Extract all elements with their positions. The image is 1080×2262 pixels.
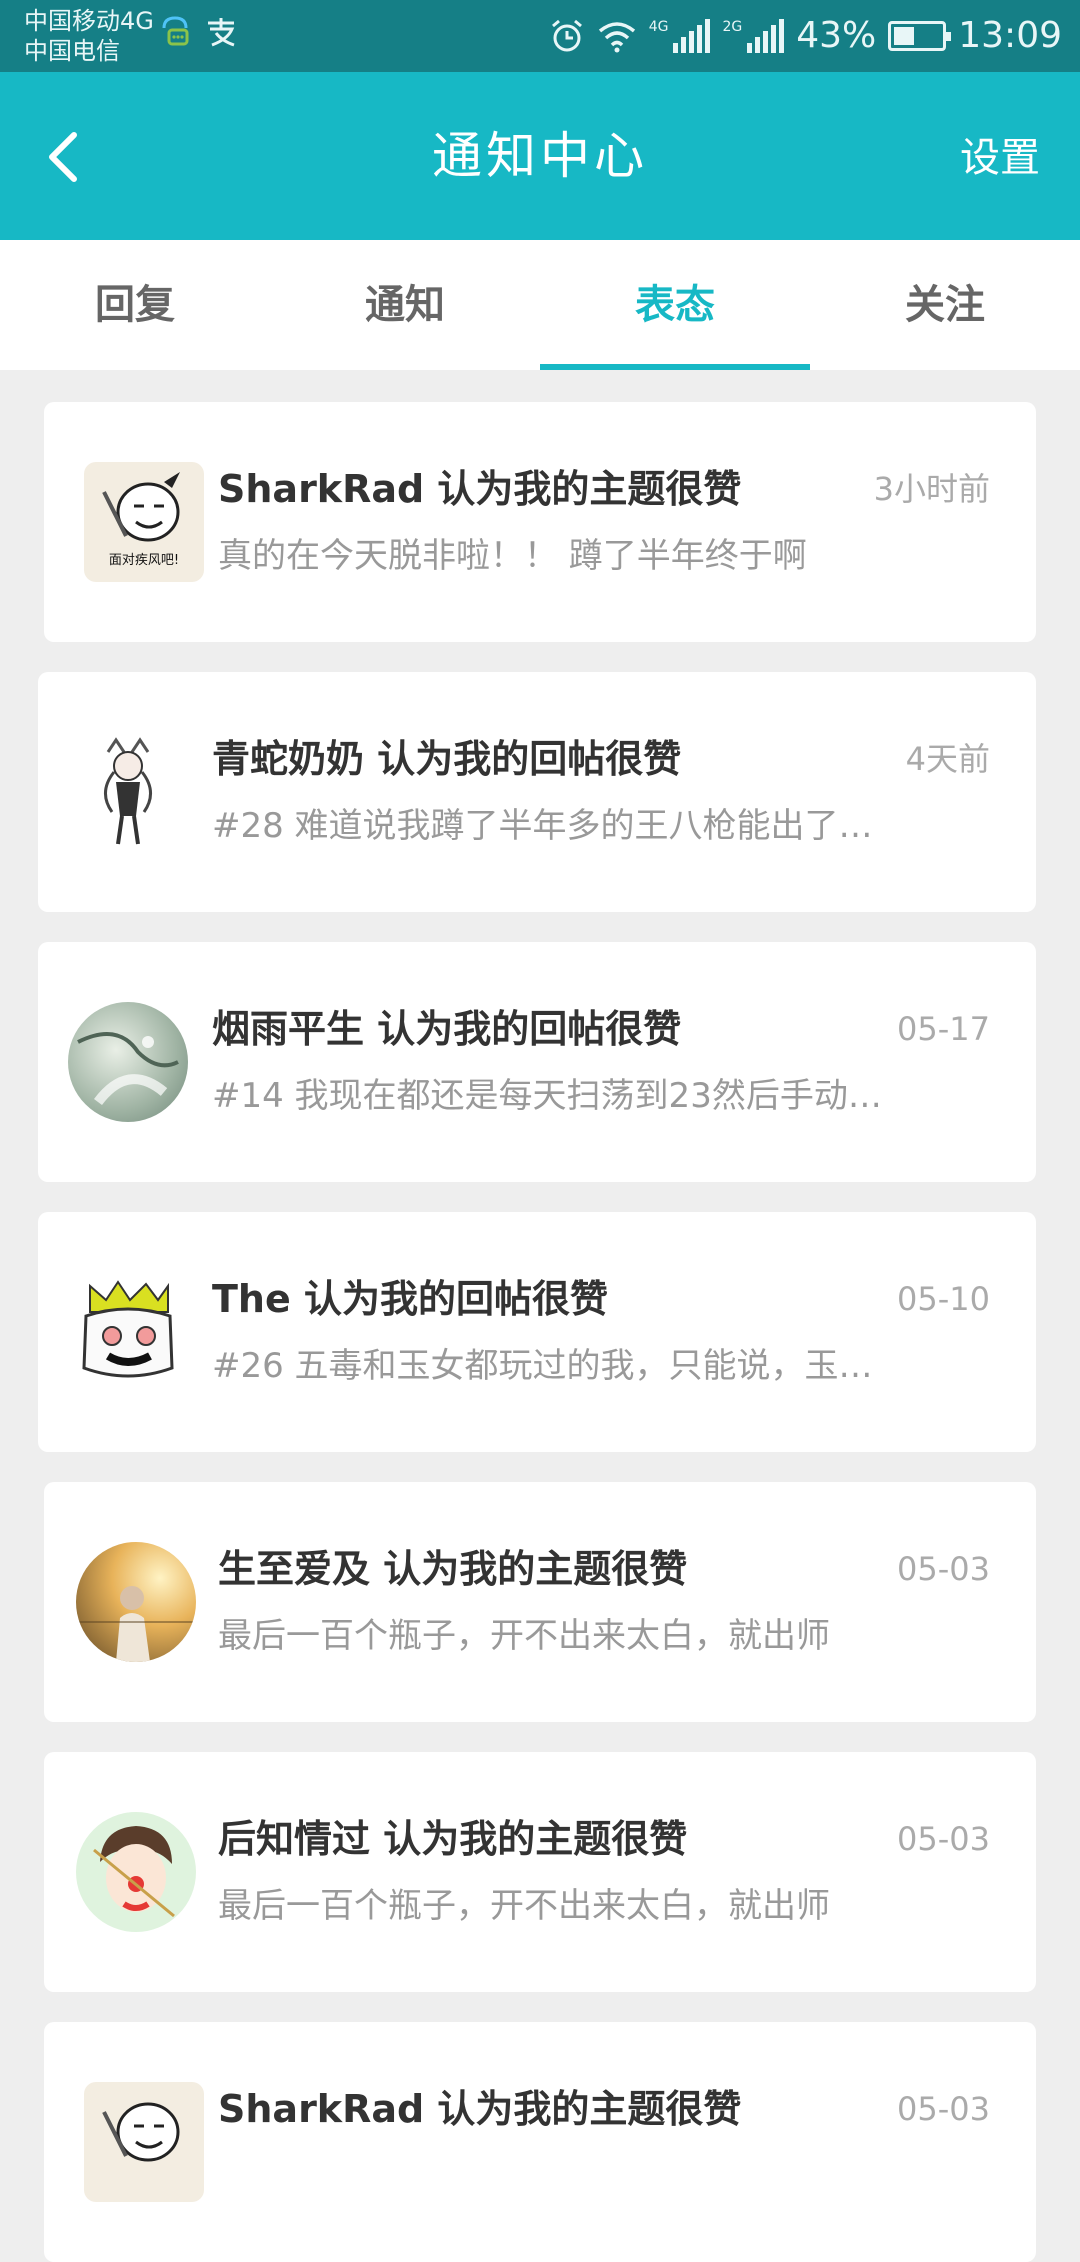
list-item[interactable]: 烟雨平生 认为我的回帖很赞 05-17 #14 我现在都还是每天扫荡到23然后手…	[38, 942, 1036, 1182]
list-item[interactable]: SharkRad 认为我的主题很赞 05-03	[44, 2022, 1036, 2262]
app-header: 通知中心 设置	[0, 72, 1080, 240]
snake-girl-avatar[interactable]	[68, 732, 188, 852]
notification-message: #28 难道说我蹲了半年多的王八枪能出了…	[212, 806, 873, 846]
notification-message: 最后一百个瓶子，开不出来太白，就出师	[218, 1886, 830, 1926]
tab-bar: 回复 通知 表态 关注	[0, 240, 1080, 370]
list-item[interactable]: 生至爱及 认为我的主题很赞 05-03 最后一百个瓶子，开不出来太白，就出师	[44, 1482, 1036, 1722]
notification-message: 最后一百个瓶子，开不出来太白，就出师	[218, 1616, 830, 1656]
signal-2g-icon: 2G	[722, 19, 785, 53]
painting-avatar[interactable]	[68, 1002, 188, 1122]
sunset-girl-avatar[interactable]	[76, 1542, 196, 1662]
notification-time: 05-17	[897, 1010, 990, 1048]
page-title: 通知中心	[432, 127, 648, 185]
tab-notices[interactable]: 通知	[270, 240, 540, 370]
notification-title: 青蛇奶奶 认为我的回帖很赞	[212, 737, 682, 781]
chat-icon	[162, 16, 189, 46]
list-item[interactable]: 青蛇奶奶 认为我的回帖很赞 4天前 #28 难道说我蹲了半年多的王八枪能出了…	[38, 672, 1036, 912]
notification-time: 05-03	[897, 2090, 990, 2128]
notification-time: 05-10	[897, 1280, 990, 1318]
carrier-1: 中国移动4G	[24, 7, 154, 35]
notification-message: #14 我现在都还是每天扫荡到23然后手动…	[212, 1076, 882, 1116]
tab-reactions[interactable]: 表态	[540, 240, 810, 370]
notification-message: #26 五毒和玉女都玩过的我，只能说，玉…	[212, 1346, 873, 1386]
notification-title: The 认为我的回帖很赞	[212, 1277, 608, 1321]
notification-time: 05-03	[897, 1550, 990, 1588]
tab-follows[interactable]: 关注	[810, 240, 1080, 370]
notification-message: 真的在今天脱非啦！！ 蹲了半年终于啊	[218, 536, 807, 576]
wifi-icon	[598, 22, 635, 53]
clock: 13:09	[958, 15, 1062, 56]
battery-percent: 43%	[796, 15, 877, 56]
battery-icon	[888, 21, 952, 51]
clown-boy-avatar[interactable]	[76, 1812, 196, 1932]
notification-title: 烟雨平生 认为我的回帖很赞	[212, 1007, 682, 1051]
carrier-info: 中国移动4G 中国电信	[24, 6, 154, 66]
rage-comic-avatar[interactable]: 面对疾风吧!	[84, 462, 204, 582]
status-bar: 中国移动4G 中国电信 4G 2G 43% 13:09	[0, 0, 1080, 72]
list-item[interactable]: 后知情过 认为我的主题很赞 05-03 最后一百个瓶子，开不出来太白，就出师	[44, 1752, 1036, 1992]
notification-title: 生至爱及 认为我的主题很赞	[218, 1547, 688, 1591]
tab-replies[interactable]: 回复	[0, 240, 270, 370]
rage-comic-avatar[interactable]	[84, 2082, 204, 2202]
alipay-icon	[208, 18, 235, 47]
alarm-icon	[551, 19, 582, 52]
avatar-caption: 面对疾风吧!	[109, 553, 179, 568]
notification-title: SharkRad 认为我的主题很赞	[218, 2087, 742, 2131]
settings-button[interactable]: 设置	[960, 130, 1040, 186]
notification-time: 4天前	[905, 740, 990, 778]
signal-4g-icon: 4G	[649, 19, 711, 53]
notification-time: 05-03	[897, 1820, 990, 1858]
notification-title: 后知情过 认为我的主题很赞	[218, 1817, 688, 1861]
list-item[interactable]: The 认为我的回帖很赞 05-10 #26 五毒和玉女都玩过的我，只能说，玉…	[38, 1212, 1036, 1452]
notification-time: 3小时前	[873, 470, 990, 508]
crown-ghost-avatar[interactable]	[68, 1272, 188, 1392]
carrier-2: 中国电信	[24, 37, 120, 65]
list-item[interactable]: 面对疾风吧! SharkRad 认为我的主题很赞 3小时前 真的在今天脱非啦！！…	[44, 402, 1036, 642]
notification-title: SharkRad 认为我的主题很赞	[218, 467, 742, 511]
